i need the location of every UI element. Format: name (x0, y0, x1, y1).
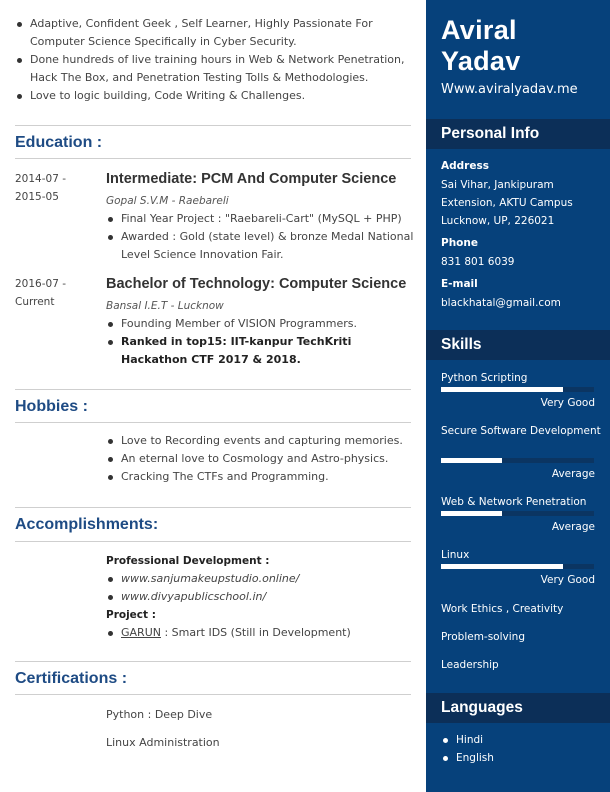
education-point: Awarded : Gold (state level) & bronze Me… (106, 228, 416, 264)
education-points: Founding Member of VISION Programmers. R… (106, 315, 416, 369)
divider (15, 158, 411, 159)
sidebar: Aviral Yadav Www.aviralyadav.me Personal… (426, 0, 610, 792)
skill-level: Average (551, 468, 595, 480)
certification-item: Python : Deep Dive (106, 708, 213, 721)
skill-bar-fill (441, 564, 564, 569)
education-point: Ranked in top15: IIT-kanpur TechKriti Ha… (106, 333, 416, 369)
summary-item: Done hundreds of live training hours in … (15, 51, 415, 87)
summary-item: Adaptive, Confident Geek , Self Learner,… (15, 15, 415, 51)
skill-bar (441, 564, 594, 569)
skill-item: Work Ethics , Creativity (441, 603, 564, 615)
last-name: Yadav (441, 46, 521, 76)
main-column: Adaptive, Confident Geek , Self Learner,… (0, 0, 426, 792)
professional-development-list: www.sanjumakeupstudio.online/ www.divyap… (106, 570, 416, 606)
professional-development-label: Professional Development : (106, 555, 270, 567)
education-points: Final Year Project : "Raebareli-Cart" (M… (106, 210, 416, 264)
project-description: : Smart IDS (Still in Development) (160, 626, 351, 639)
divider (15, 541, 411, 542)
education-entry: Intermediate: PCM And Computer Science G… (106, 170, 416, 264)
skill-name: Secure Software Development (441, 425, 601, 437)
education-date: 2014-07 - 2015-05 (15, 173, 66, 203)
languages-list: Hindi English (441, 731, 601, 767)
hobbies-heading: Hobbies : (15, 398, 88, 415)
hobby-item: Love to Recording events and capturing m… (106, 432, 416, 450)
personal-info-band: Personal Info (426, 119, 610, 149)
certification-item: Linux Administration (106, 736, 220, 749)
divider (15, 661, 411, 662)
skill-name: Python Scripting (441, 372, 528, 384)
website-link[interactable]: Www.aviralyadav.me (441, 82, 578, 97)
hobby-item: Cracking The CTFs and Programming. (106, 468, 416, 486)
skill-level: Very Good (540, 574, 595, 586)
candidate-name: Aviral Yadav (441, 15, 521, 77)
accomplishments-heading: Accomplishments: (15, 516, 159, 533)
website-link[interactable]: www.sanjumakeupstudio.online/ (106, 570, 416, 588)
skill-bar-fill (441, 387, 564, 392)
divider (15, 125, 411, 126)
degree-title: Bachelor of Technology: Computer Science (106, 276, 407, 292)
phone-label: Phone (441, 237, 478, 249)
education-point: Final Year Project : "Raebareli-Cart" (M… (106, 210, 416, 228)
first-name: Aviral (441, 15, 517, 45)
skill-name: Web & Network Penetration (441, 496, 587, 508)
skill-item: Leadership (441, 659, 499, 671)
summary-item: Love to logic building, Code Writing & C… (15, 87, 415, 105)
hobbies-list: Love to Recording events and capturing m… (106, 432, 416, 486)
skill-name: Linux (441, 549, 470, 561)
phone-value: 831 801 6039 (441, 256, 515, 268)
certifications-heading: Certifications : (15, 670, 128, 687)
education-point: Founding Member of VISION Programmers. (106, 315, 416, 333)
skill-bar-fill (441, 511, 503, 516)
skills-band: Skills (426, 330, 610, 360)
institution: Bansal I.E.T - Lucknow (106, 300, 224, 312)
degree-title: Intermediate: PCM And Computer Science (106, 171, 397, 187)
hobby-item: An eternal love to Cosmology and Astro-p… (106, 450, 416, 468)
language-item: English (441, 749, 601, 767)
summary-list: Adaptive, Confident Geek , Self Learner,… (15, 15, 415, 105)
website-link[interactable]: www.divyapublicschool.in/ (106, 588, 416, 606)
skill-item: Problem-solving (441, 631, 525, 643)
divider (15, 694, 411, 695)
skill-bar-fill (441, 458, 503, 463)
email-value[interactable]: blackhatal@gmail.com (441, 294, 606, 312)
education-entry: Bachelor of Technology: Computer Science… (106, 275, 416, 369)
project-list: GARUN : Smart IDS (Still in Development) (106, 624, 416, 642)
address-value: Sai Vihar, Jankipuram Extension, AKTU Ca… (441, 179, 573, 227)
address-label: Address (441, 160, 489, 172)
skill-bar (441, 387, 594, 392)
skill-bar (441, 458, 594, 463)
skills-heading: Skills (441, 336, 482, 353)
project-name: GARUN (121, 626, 161, 639)
email-label: E-mail (441, 278, 478, 290)
languages-heading: Languages (441, 699, 523, 716)
skill-level: Very Good (540, 397, 595, 409)
skill-bar (441, 511, 594, 516)
project-label: Project : (106, 609, 156, 621)
education-heading: Education : (15, 134, 103, 151)
institution: Gopal S.V.M - Raebareli (106, 195, 229, 207)
divider (15, 389, 411, 390)
languages-band: Languages (426, 693, 610, 723)
education-date: 2016-07 - Current (15, 278, 66, 308)
language-item: Hindi (441, 731, 601, 749)
divider (15, 422, 411, 423)
personal-info-heading: Personal Info (441, 125, 540, 142)
skill-level: Average (551, 521, 595, 533)
accomplishments-block: Professional Development : www.sanjumake… (106, 552, 416, 642)
divider (15, 507, 411, 508)
project-item: GARUN : Smart IDS (Still in Development) (106, 624, 416, 642)
